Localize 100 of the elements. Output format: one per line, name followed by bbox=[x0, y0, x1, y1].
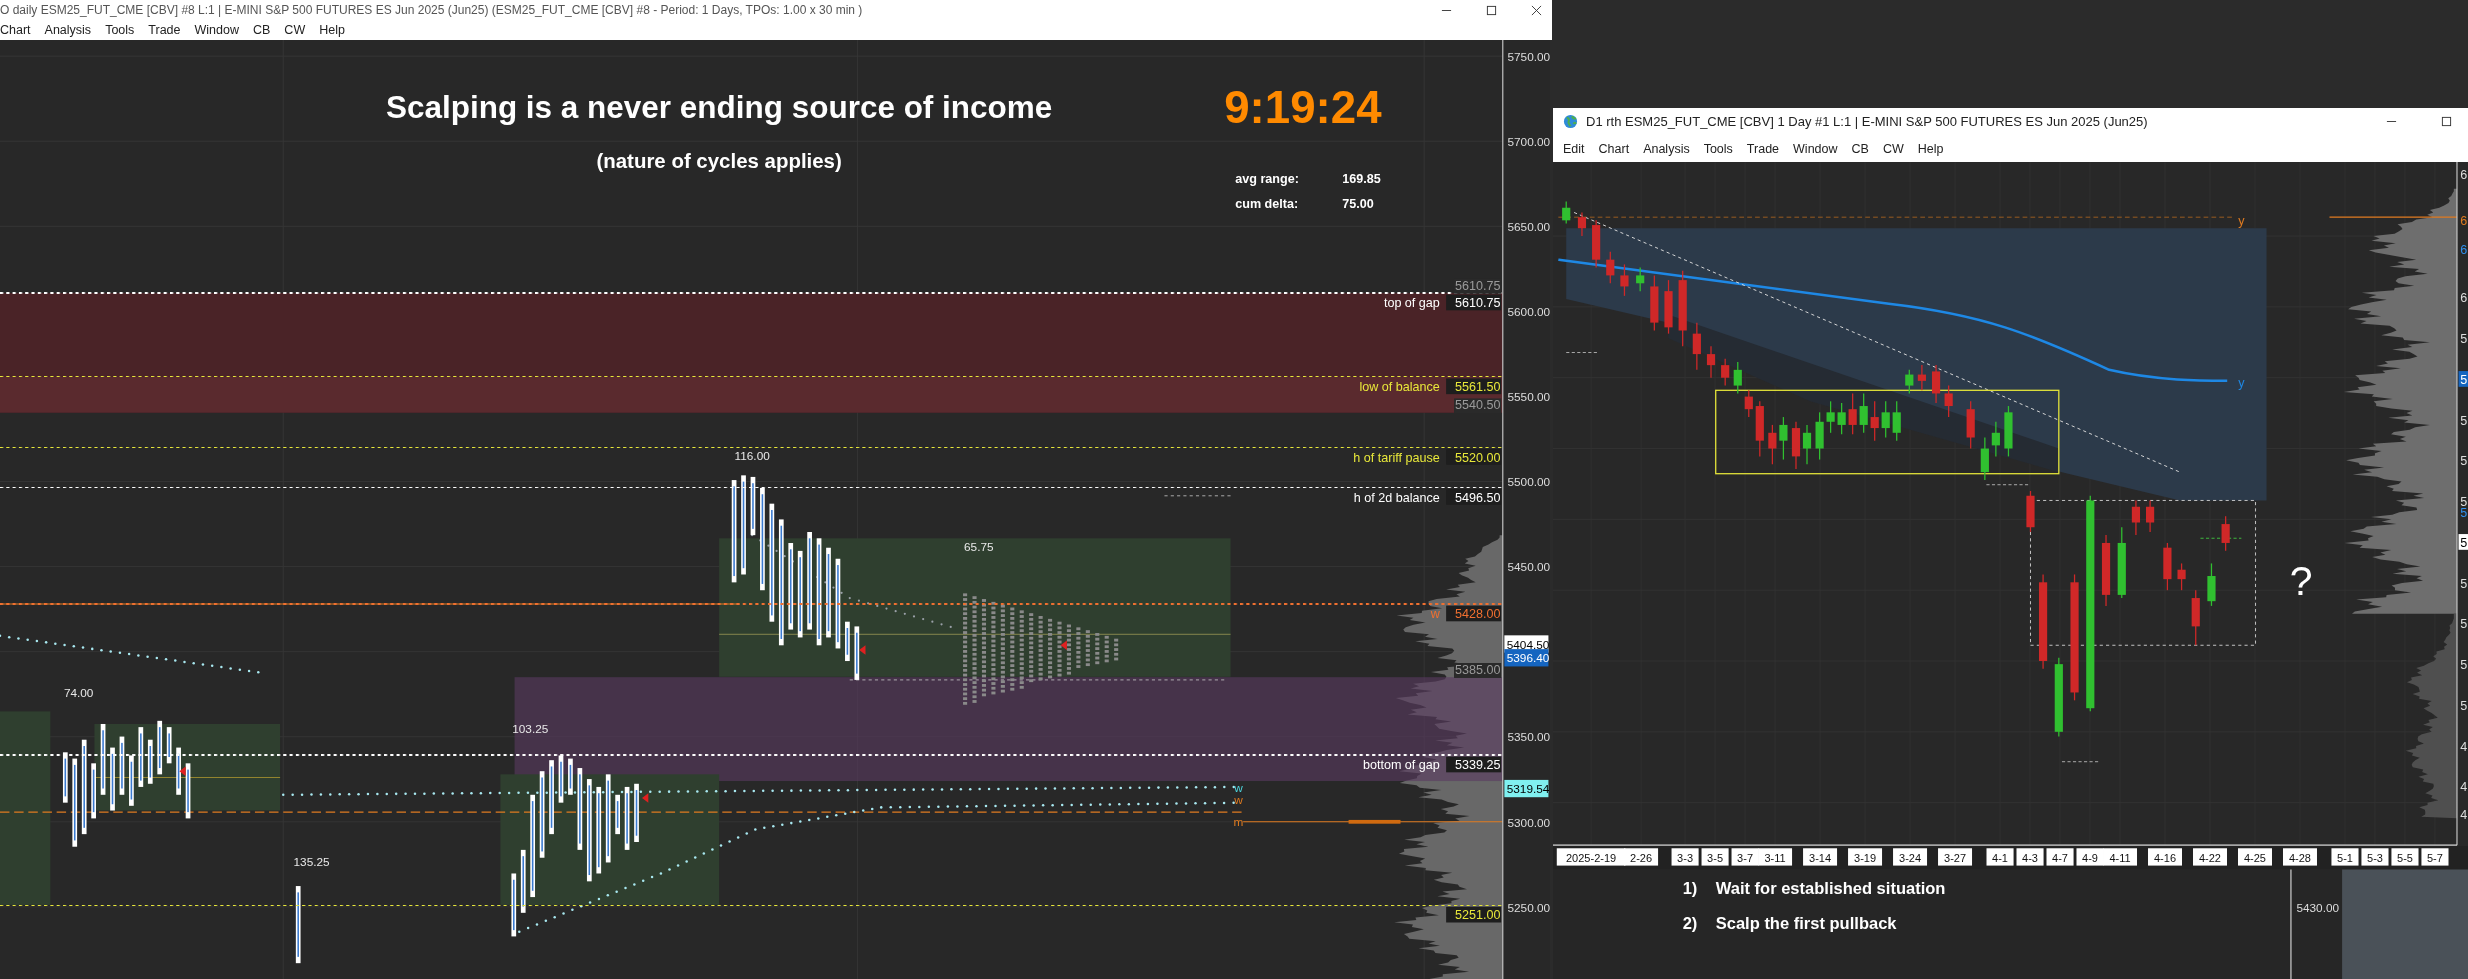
candle bbox=[1791, 421, 1801, 470]
date-axis-label: 5-5 bbox=[2391, 848, 2419, 866]
range-label: 103.25 bbox=[512, 722, 549, 737]
date-axis-label: 3-24 bbox=[1893, 848, 1928, 866]
stat-value: 169.85 bbox=[1342, 171, 1381, 186]
candle bbox=[1592, 219, 1601, 269]
candle bbox=[1706, 345, 1716, 379]
candle bbox=[2221, 515, 2230, 552]
date-axis-label: 3-14 bbox=[1803, 848, 1838, 866]
menu-item[interactable]: Tools bbox=[1703, 141, 1733, 156]
candle bbox=[1870, 400, 1879, 442]
candle bbox=[1577, 211, 1587, 237]
candle bbox=[1744, 389, 1753, 418]
date-axis-label: 4-22 bbox=[2193, 848, 2227, 866]
line-marker: y bbox=[2238, 214, 2245, 229]
candle bbox=[1991, 421, 2000, 458]
candle bbox=[1802, 424, 1812, 465]
menu-item[interactable]: Chart bbox=[0, 23, 39, 37]
price-axis-label: 5 bbox=[2460, 698, 2468, 713]
price-bar bbox=[100, 724, 106, 795]
price-axis-label: 4 bbox=[2460, 779, 2468, 794]
price-bar bbox=[129, 755, 134, 806]
triangle-marker-icon bbox=[1060, 640, 1067, 650]
date-axis-label: 2-26 bbox=[1624, 848, 1659, 866]
level-price-tag: 5496.50 bbox=[1446, 489, 1502, 505]
menu-item[interactable]: Chart bbox=[1598, 141, 1630, 156]
candle bbox=[1562, 200, 1571, 225]
price-bar bbox=[157, 720, 163, 775]
menu-item[interactable]: Help bbox=[1917, 141, 1944, 156]
menu-item[interactable]: Analysis bbox=[1643, 141, 1690, 156]
menu-item[interactable]: Trade bbox=[1746, 141, 1780, 156]
candle bbox=[1917, 364, 1926, 391]
level-price-tag: 5561.50 bbox=[1446, 378, 1502, 395]
level-line bbox=[2061, 761, 2099, 763]
level-label: top of gap bbox=[1383, 296, 1440, 311]
price-axis-label: 5550.00 bbox=[1507, 390, 1550, 405]
price-axis-label: 6 bbox=[2460, 167, 2468, 182]
range-label: 74.00 bbox=[63, 686, 94, 701]
menu-item[interactable]: CW bbox=[1882, 141, 1904, 156]
menu-item[interactable]: Analysis bbox=[44, 23, 100, 37]
price-bar bbox=[558, 755, 564, 803]
price-axis-label: 6 bbox=[2460, 290, 2468, 305]
candle bbox=[1848, 392, 1857, 435]
stat-value: 75.00 bbox=[1342, 196, 1374, 211]
maximize-icon[interactable] bbox=[2441, 116, 2452, 127]
menu-item[interactable]: CW bbox=[284, 23, 314, 37]
price-axis-label: 5 bbox=[2460, 453, 2468, 468]
candle bbox=[1931, 364, 1941, 404]
close-icon[interactable] bbox=[1531, 4, 1542, 16]
level-line bbox=[2200, 537, 2242, 539]
level-price-tag: 5520.00 bbox=[1446, 449, 1502, 465]
price-label: 5385.00 bbox=[1454, 663, 1502, 678]
triangle-marker-icon bbox=[179, 766, 186, 776]
clock: 9:19:24 bbox=[1224, 81, 1382, 133]
price-axis-label: 5650.00 bbox=[1507, 220, 1550, 234]
menu-item[interactable]: Help bbox=[319, 23, 353, 37]
price-axis-label: 5750.00 bbox=[1507, 49, 1550, 64]
menu-item[interactable]: CB bbox=[1851, 141, 1869, 156]
candle bbox=[2004, 405, 2013, 458]
date-axis-label: 3-19 bbox=[1848, 848, 1883, 866]
date-axis-label: 3-5 bbox=[1701, 848, 1729, 866]
level-label: h of tariff pause bbox=[1353, 450, 1440, 465]
level-label: w bbox=[1430, 607, 1440, 622]
price-axis-label: 5 bbox=[2460, 657, 2468, 672]
date-axis-label: 5-1 bbox=[2331, 848, 2359, 866]
candle bbox=[1826, 400, 1835, 434]
menu-item[interactable]: Window bbox=[1793, 141, 1838, 156]
date-axis-label: 4-28 bbox=[2283, 848, 2317, 866]
price-bar bbox=[138, 727, 144, 787]
date-axis-label: 5-3 bbox=[2361, 848, 2389, 866]
candle bbox=[1966, 400, 1975, 450]
candle bbox=[1944, 384, 1953, 418]
price-axis-label: 5 bbox=[2460, 331, 2468, 346]
candle bbox=[1755, 400, 1764, 458]
price-bar bbox=[166, 727, 172, 764]
window-title: O daily ESM25_FUT_CME [CBV] #8 L:1 | E-MINI S&P 500 FUTURES ES Jun 2025 (Jun25) (ESM25_FUT_CME [CBV] #8 - Period: 1 Days, TPOs: 1.00 x 30 min ) bbox=[0, 3, 864, 17]
maximize-icon[interactable] bbox=[1486, 4, 1497, 16]
candle bbox=[1892, 400, 1901, 442]
menu-item[interactable]: Tools bbox=[105, 23, 143, 37]
price-axis-label: 6 bbox=[2460, 242, 2468, 257]
price-bar bbox=[568, 758, 573, 795]
menu-item[interactable]: Window bbox=[194, 23, 247, 37]
menu-item[interactable]: Trade bbox=[148, 23, 189, 37]
note-text: Wait for established situation bbox=[1715, 878, 1946, 898]
candle bbox=[2177, 562, 2186, 591]
level-label: bottom of gap bbox=[1362, 758, 1440, 773]
level-line bbox=[1986, 484, 2031, 486]
date-axis-label: 5-7 bbox=[2421, 848, 2449, 866]
price-axis-label: 5600.00 bbox=[1507, 305, 1550, 320]
level-line bbox=[1565, 352, 1599, 353]
headline: Scalping is a never ending source of income bbox=[386, 90, 1053, 126]
range-label: 116.00 bbox=[734, 448, 770, 463]
candle bbox=[1980, 436, 1989, 481]
price-bar bbox=[750, 476, 756, 536]
stat-label: cum delta: bbox=[1235, 196, 1299, 211]
candle bbox=[2146, 499, 2155, 533]
candle bbox=[1815, 411, 1824, 461]
date-axis-label: 3-11 bbox=[1758, 848, 1793, 866]
menu-item[interactable]: Edit bbox=[1563, 141, 1585, 156]
menu-item[interactable]: CB bbox=[253, 23, 279, 37]
